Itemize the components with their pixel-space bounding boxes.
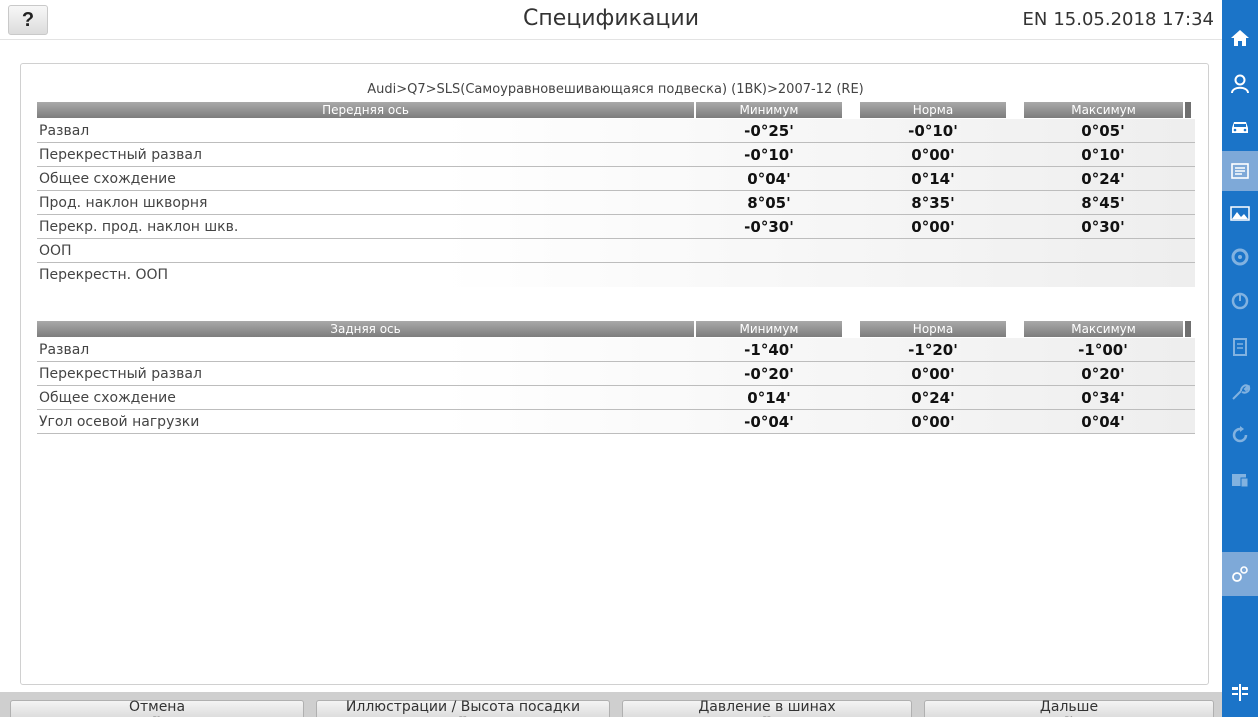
table-row: Перекр. прод. наклон шкв. -0°30' 0°00' 0… bbox=[37, 215, 1195, 239]
language-indicator: EN bbox=[1022, 9, 1048, 30]
value-norm: 8°35' bbox=[911, 194, 955, 212]
front-axle-header: Передняя ось Минимум Норма Максимум bbox=[37, 102, 1195, 118]
app-window: ? Спецификации EN 15.05.2018 17:34 Audi>… bbox=[0, 0, 1258, 717]
value-norm: -0°10' bbox=[908, 122, 958, 140]
value-min: -0°04' bbox=[744, 413, 794, 431]
row-label: ООП bbox=[39, 243, 72, 259]
value-max: 0°04' bbox=[1081, 413, 1125, 431]
table-row: ООП bbox=[37, 239, 1195, 263]
column-min: Минимум bbox=[696, 102, 842, 118]
datetime: 15.05.2018 17:34 bbox=[1053, 9, 1214, 30]
value-min: -1°40' bbox=[744, 341, 794, 359]
row-label: Перекрестный развал bbox=[39, 147, 202, 163]
column-max: Максимум bbox=[1024, 102, 1183, 118]
value-norm: 0°14' bbox=[911, 170, 955, 188]
table-row: Общее схождение 0°14' 0°24' 0°34' bbox=[37, 386, 1195, 410]
rear-axle-title: Задняя ось bbox=[37, 321, 694, 337]
tire-pressure-button[interactable]: Давление в шинах F3 bbox=[622, 699, 912, 717]
next-button[interactable]: Дальше F4 bbox=[924, 699, 1214, 717]
row-label: Перекрестный развал bbox=[39, 366, 202, 382]
value-max: 0°30' bbox=[1081, 218, 1125, 236]
column-norm: Норма bbox=[860, 102, 1006, 118]
column-min: Минимум bbox=[696, 321, 842, 337]
table-row: Угол осевой нагрузки -0°04' 0°00' 0°04' bbox=[37, 410, 1195, 434]
illustrations-ride-height-button[interactable]: Иллюстрации / Высота посадки F2 bbox=[316, 699, 610, 717]
images-icon[interactable] bbox=[1222, 195, 1258, 231]
row-label: Прод. наклон шкворня bbox=[39, 195, 208, 211]
value-min: -0°25' bbox=[744, 122, 794, 140]
value-max: 0°05' bbox=[1081, 122, 1125, 140]
value-norm: -1°20' bbox=[908, 341, 958, 359]
rotate-icon[interactable] bbox=[1222, 417, 1258, 453]
table-row: Перекрестный развал -0°10' 0°00' 0°10' bbox=[37, 143, 1195, 167]
row-label: Развал bbox=[39, 123, 90, 139]
cancel-button[interactable]: Отмена F1 bbox=[10, 699, 304, 717]
tire-pressure-button-label: Давление в шинах bbox=[698, 699, 836, 715]
column-max: Максимум bbox=[1024, 321, 1183, 337]
table-row: Развал -1°40' -1°20' -1°00' bbox=[37, 338, 1195, 362]
value-max: -1°00' bbox=[1078, 341, 1128, 359]
home-icon[interactable] bbox=[1222, 20, 1258, 56]
value-max: 8°45' bbox=[1081, 194, 1125, 212]
value-norm: 0°00' bbox=[911, 413, 955, 431]
table-row: Перекрестн. ООП bbox=[37, 263, 1195, 287]
rear-axle-header: Задняя ось Минимум Норма Максимум bbox=[37, 321, 1195, 337]
value-min: -0°20' bbox=[744, 365, 794, 383]
value-norm: 0°00' bbox=[911, 218, 955, 236]
row-label: Угол осевой нагрузки bbox=[39, 414, 200, 430]
value-min: -0°10' bbox=[744, 146, 794, 164]
customer-icon[interactable] bbox=[1222, 66, 1258, 102]
header-end-cap bbox=[1185, 102, 1191, 118]
adjust-icon[interactable] bbox=[1222, 374, 1258, 410]
car-icon[interactable] bbox=[1222, 109, 1258, 145]
header-bar: ? Спецификации EN 15.05.2018 17:34 bbox=[0, 0, 1222, 40]
vehicle-breadcrumb: Audi>Q7>SLS(Самоуравновешивающаяся подве… bbox=[367, 82, 864, 97]
value-max: 0°34' bbox=[1081, 389, 1125, 407]
illustrations-button-label: Иллюстрации / Высота посадки bbox=[345, 699, 581, 715]
row-label: Перекрестн. ООП bbox=[39, 267, 169, 283]
value-max: 0°24' bbox=[1081, 170, 1125, 188]
table-row: Перекрестный развал -0°20' 0°00' 0°20' bbox=[37, 362, 1195, 386]
header-end-cap bbox=[1185, 321, 1191, 337]
database-icon[interactable] bbox=[1222, 462, 1258, 498]
value-max: 0°10' bbox=[1081, 146, 1125, 164]
row-label: Развал bbox=[39, 342, 90, 358]
row-label: Общее схождение bbox=[39, 171, 176, 187]
status-area: EN 15.05.2018 17:34 bbox=[1017, 9, 1215, 30]
measure-icon[interactable] bbox=[1222, 283, 1258, 319]
next-button-label: Дальше bbox=[1039, 699, 1099, 715]
value-min: -0°30' bbox=[744, 218, 794, 236]
specifications-icon[interactable] bbox=[1222, 151, 1258, 191]
value-min: 0°14' bbox=[747, 389, 791, 407]
specifications-panel: Audi>Q7>SLS(Самоуравновешивающаяся подве… bbox=[20, 63, 1209, 685]
report-icon[interactable] bbox=[1222, 329, 1258, 365]
right-sidebar bbox=[1222, 0, 1258, 717]
value-norm: 0°00' bbox=[911, 365, 955, 383]
table-row: Прод. наклон шкворня 8°05' 8°35' 8°45' bbox=[37, 191, 1195, 215]
table-row: Общее схождение 0°04' 0°14' 0°24' bbox=[37, 167, 1195, 191]
row-label: Общее схождение bbox=[39, 390, 176, 406]
value-min: 8°05' bbox=[747, 194, 791, 212]
column-norm: Норма bbox=[860, 321, 1006, 337]
front-axle-title: Передняя ось bbox=[37, 102, 694, 118]
wheel-icon[interactable] bbox=[1222, 239, 1258, 275]
value-norm: 0°24' bbox=[911, 389, 955, 407]
lift-icon[interactable] bbox=[1222, 674, 1258, 710]
value-max: 0°20' bbox=[1081, 365, 1125, 383]
row-label: Перекр. прод. наклон шкв. bbox=[39, 219, 239, 235]
settings-icon[interactable] bbox=[1222, 552, 1258, 596]
table-row: Развал -0°25' -0°10' 0°05' bbox=[37, 119, 1195, 143]
value-min: 0°04' bbox=[747, 170, 791, 188]
value-norm: 0°00' bbox=[911, 146, 955, 164]
cancel-button-label: Отмена bbox=[128, 699, 186, 715]
